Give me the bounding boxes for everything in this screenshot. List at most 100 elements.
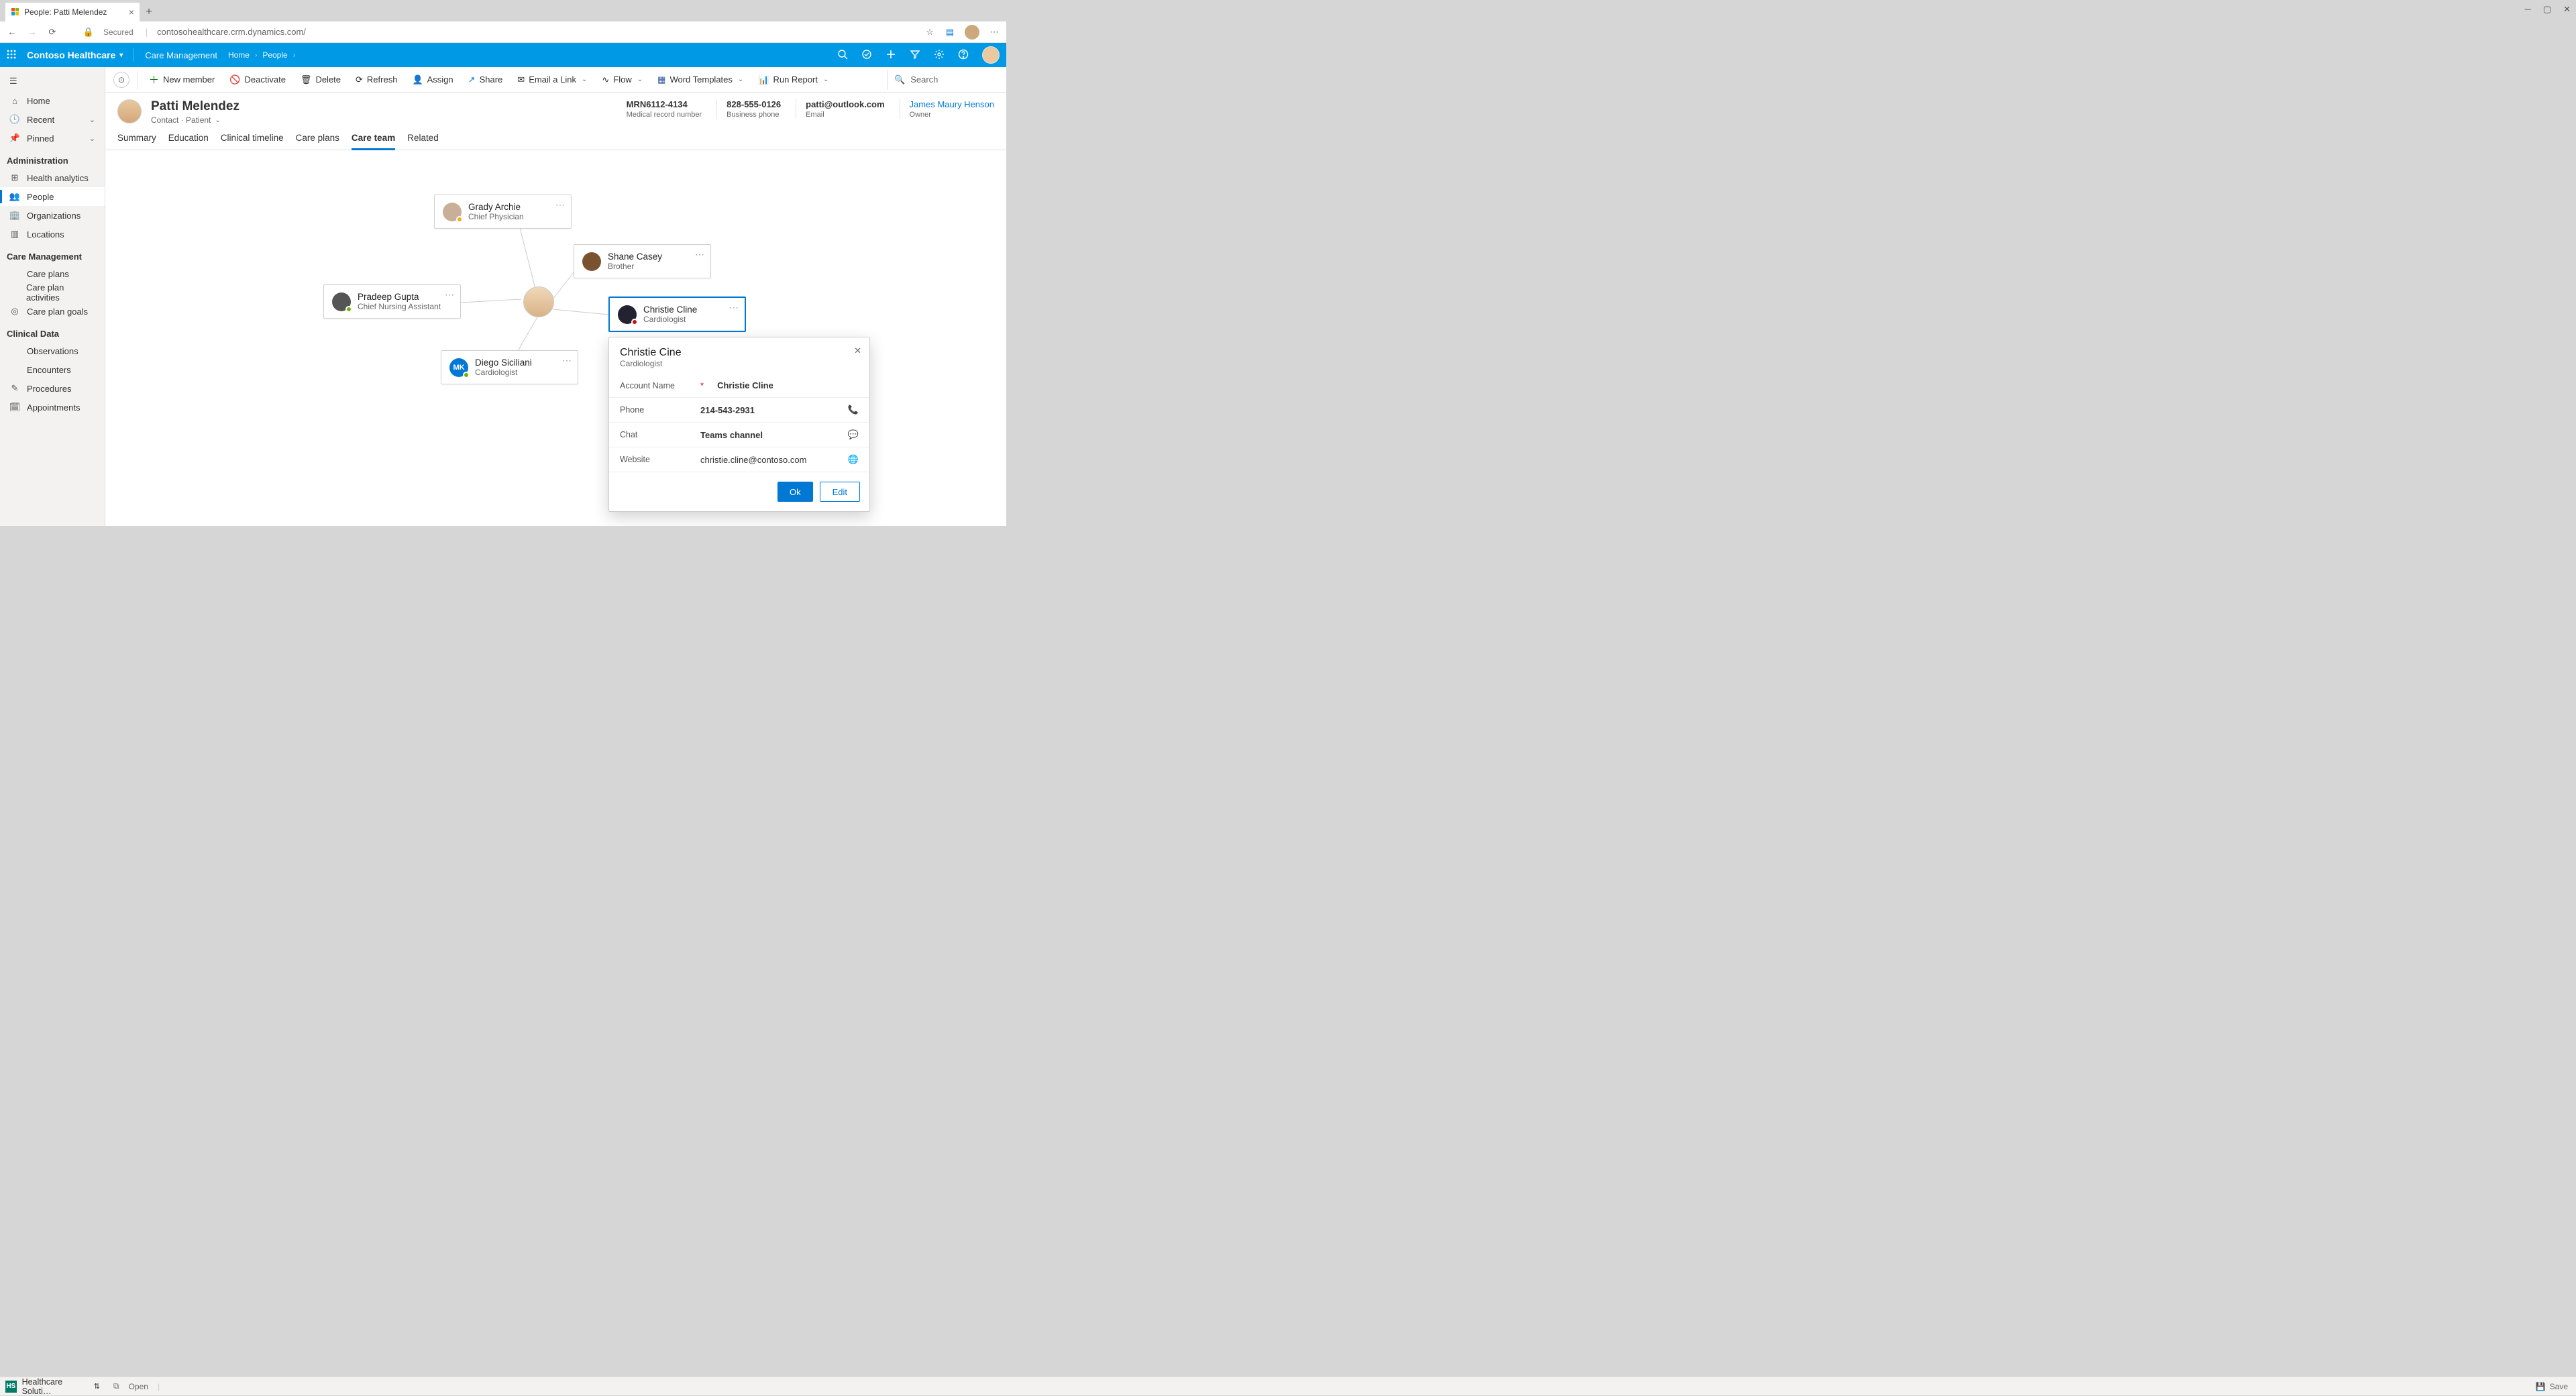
nav-observations[interactable]: Observations xyxy=(0,341,105,360)
cmd-assign[interactable]: 👤Assign xyxy=(405,69,460,91)
tab-care-team[interactable]: Care team xyxy=(352,133,395,150)
close-icon[interactable]: ✕ xyxy=(854,345,861,356)
address-url[interactable]: contosohealthcare.crm.dynamics.com/ xyxy=(157,27,915,37)
presence-available-icon xyxy=(345,306,352,313)
filter-icon[interactable] xyxy=(910,49,920,62)
new-tab-button[interactable]: + xyxy=(140,3,158,21)
care-team-node-grady[interactable]: ⋯ Grady ArchieChief Physician xyxy=(434,195,572,229)
tab-clinical-timeline[interactable]: Clinical timeline xyxy=(221,133,284,150)
meta-email: patti@outlook.com Email xyxy=(796,99,884,119)
solution-switcher[interactable]: HS Healthcare Soluti… ⇅ xyxy=(0,1377,105,1395)
people-icon: 👥 xyxy=(9,191,20,202)
chat-icon[interactable]: 💬 xyxy=(848,429,859,440)
nav-appointments[interactable]: 🗓Appointments xyxy=(0,398,105,417)
cmd-word-templates[interactable]: ▦Word Templates⌄ xyxy=(651,69,750,91)
record-type[interactable]: Contact · Patient⌄ xyxy=(151,115,239,125)
nav-refresh-icon[interactable]: ⟳ xyxy=(47,27,58,38)
breadcrumb-people[interactable]: People xyxy=(262,50,287,60)
global-search-icon[interactable] xyxy=(837,49,848,62)
user-avatar[interactable] xyxy=(982,46,1000,64)
cmd-run-report[interactable]: 📊Run Report⌄ xyxy=(751,69,835,91)
cmd-delete[interactable]: 🗑Delete xyxy=(294,69,347,91)
app-name[interactable]: Contoso Healthcare ▾ xyxy=(27,50,123,60)
record-privacy-icon[interactable]: ⊙ xyxy=(113,72,129,88)
form-search[interactable]: 🔍 Search xyxy=(887,70,1001,90)
nav-procedures[interactable]: ✎Procedures xyxy=(0,379,105,398)
nav-organizations[interactable]: 🏢Organizations xyxy=(0,206,105,225)
settings-gear-icon[interactable] xyxy=(934,49,945,62)
popout-icon[interactable]: ⧉ xyxy=(113,1381,119,1391)
care-team-node-pradeep[interactable]: ⋯ Pradeep GuptaChief Nursing Assistant xyxy=(323,284,461,319)
node-more-icon[interactable]: ⋯ xyxy=(562,355,572,366)
nav-back-icon[interactable]: ← xyxy=(7,27,17,38)
cmd-email-link[interactable]: ✉Email a Link⌄ xyxy=(511,69,594,91)
nav-encounters[interactable]: Encounters xyxy=(0,360,105,379)
task-flow-icon[interactable] xyxy=(861,49,872,62)
presence-away-icon xyxy=(456,216,463,223)
nav-locations[interactable]: ▥Locations xyxy=(0,225,105,244)
nav-care-plan-goals[interactable]: ◎Care plan goals xyxy=(0,302,105,321)
popup-row-chat[interactable]: Chat Teams channel 💬 xyxy=(609,423,869,447)
meta-owner[interactable]: James Maury Henson Owner xyxy=(900,99,994,119)
nav-care-plan-activities[interactable]: Care plan activities xyxy=(0,283,105,302)
browser-more-icon[interactable]: ⋯ xyxy=(989,27,1000,38)
cmd-new-member[interactable]: ＋New member xyxy=(142,69,221,91)
node-more-icon[interactable]: ⋯ xyxy=(695,249,705,260)
close-tab-icon[interactable]: × xyxy=(129,7,134,17)
tab-education[interactable]: Education xyxy=(168,133,209,150)
store-icon[interactable]: ▤ xyxy=(945,27,955,38)
globe-icon[interactable]: 🌐 xyxy=(848,454,859,465)
quick-create-icon[interactable] xyxy=(885,49,896,62)
ok-button[interactable]: Ok xyxy=(777,482,813,502)
browser-tab[interactable]: People: Patti Melendez × xyxy=(5,3,140,21)
popup-row-website[interactable]: Website christie.cline@contoso.com 🌐 xyxy=(609,447,869,472)
save-icon[interactable]: 💾 xyxy=(2536,1382,2546,1391)
care-team-node-christie[interactable]: ⋯ Christie ClineCardiologist xyxy=(608,297,746,332)
node-more-icon[interactable]: ⋯ xyxy=(729,302,739,313)
breadcrumb-home[interactable]: Home xyxy=(228,50,250,60)
node-more-icon[interactable]: ⋯ xyxy=(445,289,455,301)
help-icon[interactable] xyxy=(958,49,969,62)
app-launcher-icon[interactable] xyxy=(7,50,16,61)
window-maximize-icon[interactable]: ▢ xyxy=(2543,4,2551,15)
popup-name: Christie Cine xyxy=(620,347,859,359)
popup-row-account[interactable]: Account Name * Christie Cline xyxy=(609,374,869,398)
browser-profile-avatar[interactable] xyxy=(965,25,979,40)
cmd-share[interactable]: ↗Share xyxy=(462,69,510,91)
location-icon: ▥ xyxy=(9,229,20,239)
node-more-icon[interactable]: ⋯ xyxy=(555,199,566,211)
favorite-icon[interactable]: ☆ xyxy=(924,27,935,38)
tab-related[interactable]: Related xyxy=(407,133,439,150)
phone-icon[interactable]: 📞 xyxy=(848,405,859,415)
popup-role: Cardiologist xyxy=(620,359,859,368)
nav-recent[interactable]: 🕒Recent⌄ xyxy=(0,110,105,129)
required-asterisk: * xyxy=(700,380,704,390)
window-minimize-icon[interactable]: ─ xyxy=(2525,4,2531,15)
care-team-node-diego[interactable]: ⋯ MK Diego SicilianiCardiologist xyxy=(441,350,578,384)
center-patient-avatar[interactable] xyxy=(523,286,554,317)
nav-health-analytics[interactable]: ⊞Health analytics xyxy=(0,168,105,187)
nav-care-plans[interactable]: Care plans xyxy=(0,264,105,283)
nav-people[interactable]: 👥People xyxy=(0,187,105,206)
tab-care-plans[interactable]: Care plans xyxy=(296,133,339,150)
popup-row-phone[interactable]: Phone 214-543-2931 📞 xyxy=(609,398,869,423)
record-avatar xyxy=(117,99,142,123)
care-team-node-shane[interactable]: ⋯ Shane CaseyBrother xyxy=(574,244,711,278)
refresh-icon: ⟳ xyxy=(356,74,363,85)
status-save[interactable]: Save xyxy=(2550,1382,2568,1391)
sidebar-toggle-icon[interactable]: ☰ xyxy=(0,71,105,91)
nav-forward-icon[interactable]: → xyxy=(27,27,38,38)
calendar-icon: 🗓 xyxy=(9,402,20,413)
edit-button[interactable]: Edit xyxy=(820,482,860,502)
tab-summary[interactable]: Summary xyxy=(117,133,156,150)
cmd-deactivate[interactable]: 🚫Deactivate xyxy=(223,69,292,91)
cmd-flow[interactable]: ∿Flow⌄ xyxy=(595,69,649,91)
area-name[interactable]: Care Management xyxy=(145,50,217,60)
chevron-down-icon: ⌄ xyxy=(215,117,220,124)
window-close-icon[interactable]: ✕ xyxy=(2563,4,2571,15)
target-icon: ◎ xyxy=(9,306,20,317)
cmd-refresh[interactable]: ⟳Refresh xyxy=(349,69,404,91)
nav-home[interactable]: ⌂Home xyxy=(0,91,105,110)
share-icon: ↗ xyxy=(468,74,476,85)
nav-pinned[interactable]: 📌Pinned⌄ xyxy=(0,129,105,148)
